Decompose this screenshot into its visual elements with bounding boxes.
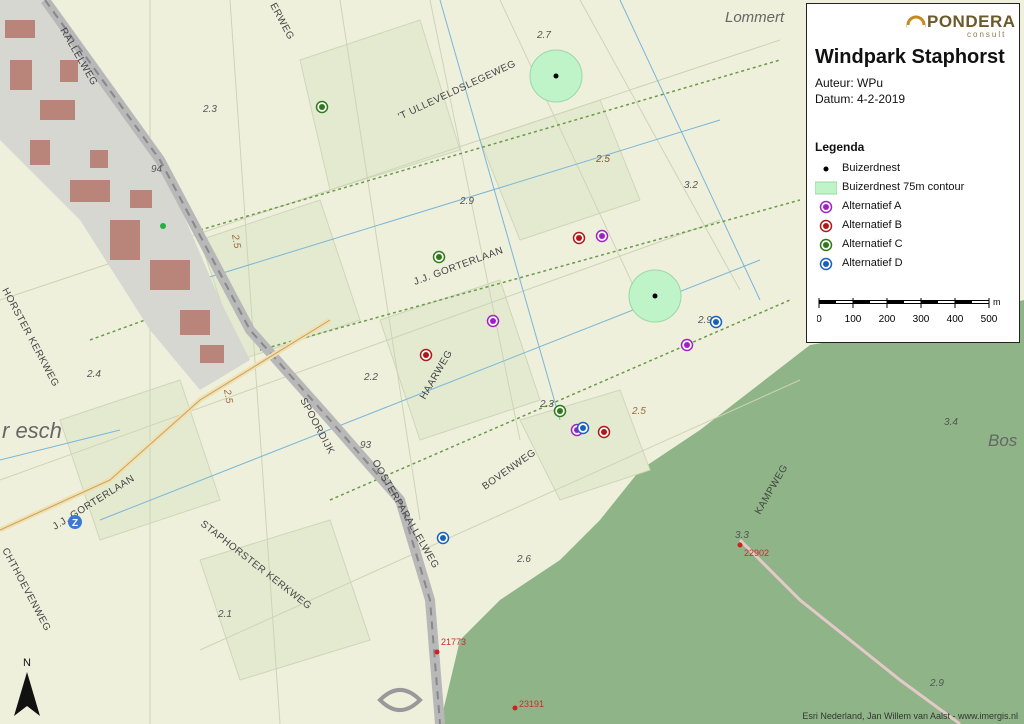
turbine-b[interactable] [597,425,611,439]
place-label-esch: r esch [2,418,62,443]
elevation-label: 2.7 [536,30,551,41]
elevation-label: 2.4 [86,369,101,380]
legend-item-label: Buizerdnest [842,162,901,174]
legend-item-label: Buizerdnest 75m contour [842,181,965,193]
contour-patch-icon [815,181,837,195]
turbine-c[interactable] [315,100,329,114]
svg-text:Z: Z [72,518,78,529]
contour-label: 2.5 [631,406,646,417]
road-marker-label: 21773 [441,637,466,647]
scale-tick-label: 300 [913,314,930,325]
parking-icon: Z [68,515,82,529]
author-label: Auteur: WPu [815,76,884,90]
pondera-logo-icon [906,15,926,34]
legend-panel: PONDERA consult Windpark Staphorst Auteu… [806,3,1020,343]
station-dot-icon [160,223,166,229]
attribution-credit: Esri Nederland, Jan Willem van Aalst - w… [802,711,1018,721]
elevation-label: 2.2 [363,372,378,383]
legend-item-label: Alternatief A [842,200,902,212]
turbine-d[interactable] [709,315,723,329]
turbine-d[interactable] [436,531,450,545]
elevation-label: 2.6 [516,554,531,565]
logo-text: PONDERA [927,12,1016,31]
north-label: N [23,657,31,669]
map-title: Windpark Staphorst [815,46,1005,68]
turbine-a[interactable] [680,338,694,352]
elevation-label: 2.3 [539,399,554,410]
turbine-b[interactable] [419,348,433,362]
buizerdnest-point[interactable] [553,73,559,79]
turbine-b-icon [819,219,833,233]
elevation-label: 3.4 [944,417,958,428]
elevation-label: 2.3 [202,104,217,115]
scale-tick-label: 200 [879,314,896,325]
road-marker-label: 22902 [744,548,769,558]
scale-tick-label: 0 [817,314,822,325]
scale-tick-label: 500 [981,314,998,325]
pondera-logo: PONDERA consult [905,12,1017,40]
date-label: Datum: 4-2-2019 [815,92,906,106]
scale-bar: m 0 100 200 300 400 500 [817,297,1001,325]
railway-km-label: 94 [151,164,163,175]
legend-item-label: Alternatief D [842,257,903,269]
north-arrow-icon: N [14,657,40,716]
turbine-b[interactable] [572,231,586,245]
turbine-c[interactable] [432,250,446,264]
buizerdnest-point[interactable] [652,293,658,299]
elevation-label: 2.9 [929,678,944,689]
turbine-d-icon [819,257,833,271]
turbine-a-icon [819,200,833,214]
legend-item-label: Alternatief B [842,219,902,231]
elevation-label: 2.9 [459,196,474,207]
logo-subtext: consult [967,30,1007,39]
elevation-label: 3.2 [684,180,698,191]
turbine-c-icon [819,238,833,252]
legend-heading: Legenda [815,140,865,154]
scale-tick-label: 100 [845,314,862,325]
nest-point-icon [823,166,829,172]
turbine-c[interactable] [553,404,567,418]
place-label-bos: Bos [988,431,1018,450]
place-label-lommert: Lommert [725,9,785,26]
contour-label: 2.5 [595,154,610,165]
turbine-a[interactable] [486,314,500,328]
scale-unit: m [993,297,1001,307]
railway-km-label: 93 [360,440,372,451]
elevation-label: 3.3 [735,530,749,541]
legend-item-label: Alternatief C [842,238,903,250]
elevation-label: 2.1 [217,609,232,620]
turbine-d[interactable] [576,421,590,435]
turbine-a[interactable] [595,229,609,243]
scale-tick-label: 400 [947,314,964,325]
road-marker-label: 23191 [519,699,544,709]
